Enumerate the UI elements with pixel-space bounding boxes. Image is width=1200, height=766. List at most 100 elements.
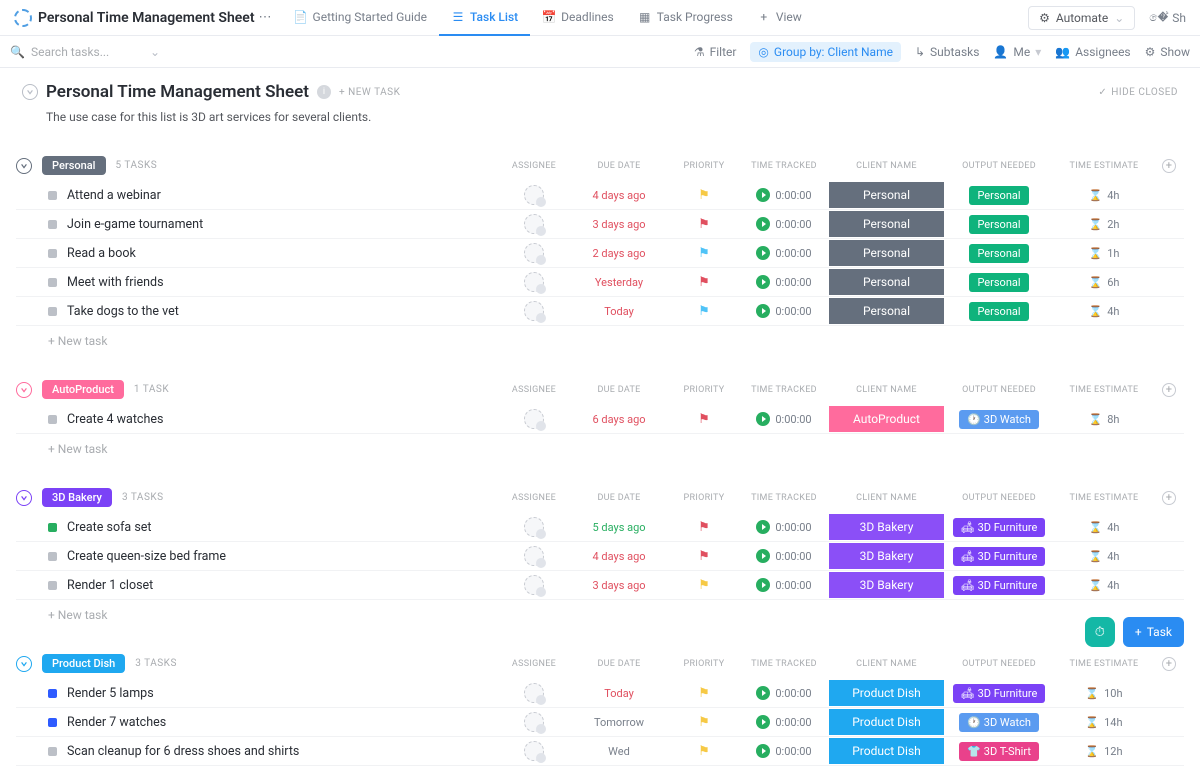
task-name[interactable]: Create 4 watches (67, 412, 499, 427)
time-estimate-cell[interactable]: ⌛4h (1054, 189, 1154, 202)
assignee-cell[interactable] (499, 546, 569, 566)
task-row[interactable]: Create sofa set 5 days ago ⚑ 0:00:00 3D … (16, 513, 1184, 542)
col-assignee[interactable]: ASSIGNEE (499, 659, 569, 669)
task-name[interactable]: Create queen-size bed frame (67, 549, 499, 564)
group-collapse-toggle[interactable] (16, 158, 32, 174)
task-row[interactable]: Join e-game tournament 3 days ago ⚑ 0:00… (16, 210, 1184, 239)
col-due[interactable]: DUE DATE (569, 659, 669, 669)
play-icon[interactable] (756, 549, 770, 563)
task-row[interactable]: Create 4 watches 6 days ago ⚑ 0:00:00 Au… (16, 405, 1184, 434)
collapse-all-toggle[interactable] (22, 84, 38, 100)
breadcrumb-ellipsis[interactable]: ⋯ (259, 10, 272, 25)
client-name-cell[interactable]: Product Dish (829, 738, 944, 764)
col-estimate[interactable]: TIME ESTIMATE (1054, 659, 1154, 669)
output-needed-cell[interactable]: 🕐3D Watch (944, 713, 1054, 732)
time-estimate-cell[interactable]: ⌛1h (1054, 247, 1154, 260)
assignees-button[interactable]: 👥Assignees (1055, 45, 1130, 59)
output-needed-cell[interactable]: Personal (944, 302, 1054, 321)
col-client[interactable]: CLIENT NAME (829, 161, 944, 171)
timer-fab[interactable]: ⏱ (1085, 617, 1115, 647)
task-row[interactable]: Render 7 watches Tomorrow ⚑ 0:00:00 Prod… (16, 708, 1184, 737)
col-priority[interactable]: PRIORITY (669, 161, 739, 171)
client-name-cell[interactable]: 3D Bakery (829, 572, 944, 598)
priority-cell[interactable]: ⚑ (669, 578, 739, 593)
output-needed-cell[interactable]: Personal (944, 186, 1054, 205)
col-priority[interactable]: PRIORITY (669, 385, 739, 395)
col-time[interactable]: TIME TRACKED (739, 385, 829, 395)
new-task-button[interactable]: + NEW TASK (339, 87, 400, 98)
col-estimate[interactable]: TIME ESTIMATE (1054, 493, 1154, 503)
tab-view[interactable]: +View (745, 0, 814, 36)
time-estimate-cell[interactable]: ⌛4h (1054, 550, 1154, 563)
output-needed-cell[interactable]: Personal (944, 273, 1054, 292)
client-name-cell[interactable]: Product Dish (829, 709, 944, 735)
output-needed-cell[interactable]: 🛋3D Furniture (944, 547, 1054, 566)
time-tracked-cell[interactable]: 0:00:00 (739, 686, 829, 700)
me-button[interactable]: 👤Me▾ (993, 45, 1041, 59)
priority-cell[interactable]: ⚑ (669, 715, 739, 730)
group-collapse-toggle[interactable] (16, 490, 32, 506)
time-estimate-cell[interactable]: ⌛12h (1054, 745, 1154, 758)
time-estimate-cell[interactable]: ⌛4h (1054, 305, 1154, 318)
task-name[interactable]: Read a book (67, 246, 499, 261)
status-square[interactable] (48, 747, 57, 756)
due-date-cell[interactable]: Yesterday (569, 276, 669, 289)
time-tracked-cell[interactable]: 0:00:00 (739, 275, 829, 289)
priority-cell[interactable]: ⚑ (669, 246, 739, 261)
priority-cell[interactable]: ⚑ (669, 412, 739, 427)
add-column-button[interactable]: + (1162, 383, 1176, 397)
due-date-cell[interactable]: Today (569, 687, 669, 700)
priority-cell[interactable]: ⚑ (669, 549, 739, 564)
group-collapse-toggle[interactable] (16, 656, 32, 672)
group-name-pill[interactable]: AutoProduct (42, 380, 124, 399)
client-name-cell[interactable]: 3D Bakery (829, 543, 944, 569)
col-client[interactable]: CLIENT NAME (829, 659, 944, 669)
task-row[interactable]: Take dogs to the vet Today ⚑ 0:00:00 Per… (16, 297, 1184, 326)
add-column-button[interactable]: + (1162, 657, 1176, 671)
col-estimate[interactable]: TIME ESTIMATE (1054, 385, 1154, 395)
task-name[interactable]: Attend a webinar (67, 188, 499, 203)
status-square[interactable] (48, 718, 57, 727)
col-due[interactable]: DUE DATE (569, 161, 669, 171)
task-name[interactable]: Create sofa set (67, 520, 499, 535)
time-estimate-cell[interactable]: ⌛4h (1054, 521, 1154, 534)
client-name-cell[interactable]: AutoProduct (829, 406, 944, 432)
assignee-cell[interactable] (499, 243, 569, 263)
hide-closed-button[interactable]: ✓ HIDE CLOSED (1098, 87, 1178, 98)
priority-cell[interactable]: ⚑ (669, 217, 739, 232)
output-needed-cell[interactable]: 👕3D T-Shirt (944, 742, 1054, 761)
task-name[interactable]: Scan cleanup for 6 dress shoes and shirt… (67, 744, 499, 759)
time-estimate-cell[interactable]: ⌛10h (1054, 687, 1154, 700)
assignee-cell[interactable] (499, 575, 569, 595)
output-needed-cell[interactable]: Personal (944, 215, 1054, 234)
time-estimate-cell[interactable]: ⌛4h (1054, 579, 1154, 592)
play-icon[interactable] (756, 275, 770, 289)
output-needed-cell[interactable]: 🛋3D Furniture (944, 684, 1054, 703)
group-name-pill[interactable]: Product Dish (42, 654, 125, 673)
workspace-icon[interactable] (14, 9, 32, 27)
status-square[interactable] (48, 552, 57, 561)
new-task-link[interactable]: + New task (16, 600, 1184, 630)
task-row[interactable]: Attend a webinar 4 days ago ⚑ 0:00:00 Pe… (16, 181, 1184, 210)
task-name[interactable]: Meet with friends (67, 275, 499, 290)
priority-cell[interactable]: ⚑ (669, 686, 739, 701)
add-column-button[interactable]: + (1162, 159, 1176, 173)
assignee-cell[interactable] (499, 712, 569, 732)
assignee-cell[interactable] (499, 185, 569, 205)
col-assignee[interactable]: ASSIGNEE (499, 161, 569, 171)
time-tracked-cell[interactable]: 0:00:00 (739, 304, 829, 318)
tab-getting-started-guide[interactable]: 📄Getting Started Guide (282, 0, 439, 36)
col-assignee[interactable]: ASSIGNEE (499, 385, 569, 395)
group-collapse-toggle[interactable] (16, 382, 32, 398)
share-button[interactable]: �ේ Sh (1143, 6, 1192, 29)
col-output[interactable]: OUTPUT NEEDED (944, 385, 1054, 395)
tab-deadlines[interactable]: 📅Deadlines (530, 0, 626, 36)
col-client[interactable]: CLIENT NAME (829, 385, 944, 395)
time-estimate-cell[interactable]: ⌛6h (1054, 276, 1154, 289)
due-date-cell[interactable]: 2 days ago (569, 247, 669, 260)
play-icon[interactable] (756, 578, 770, 592)
time-tracked-cell[interactable]: 0:00:00 (739, 715, 829, 729)
task-row[interactable]: Scan cleanup for 6 dress shoes and shirt… (16, 737, 1184, 766)
new-task-fab[interactable]: +Task (1123, 617, 1184, 647)
client-name-cell[interactable]: Personal (829, 211, 944, 237)
